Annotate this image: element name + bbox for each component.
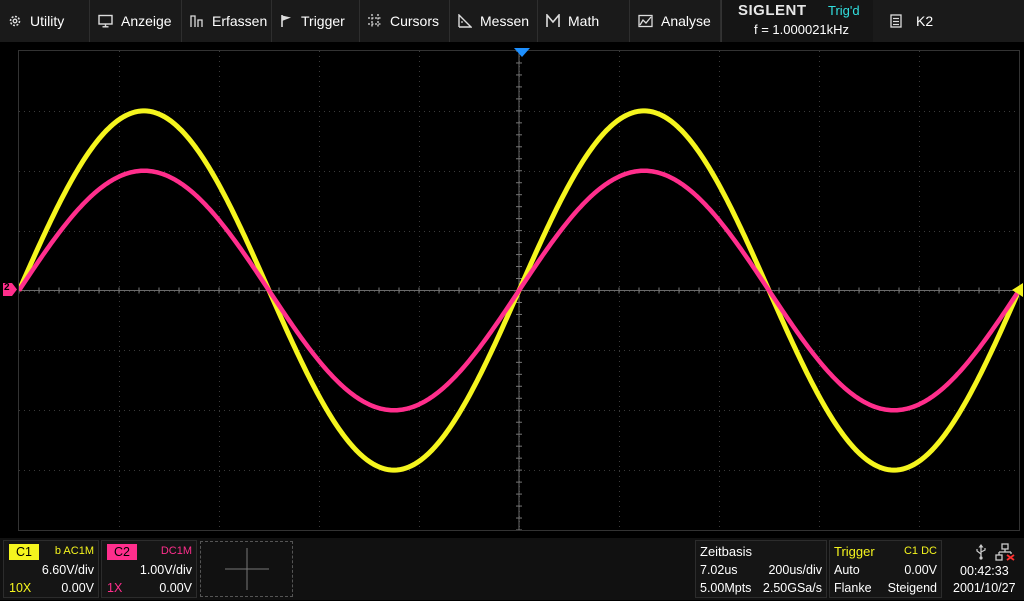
acquire-icon: [190, 15, 203, 27]
monitor-icon: [98, 14, 113, 28]
frequency-readout: f = 1.000021kHz: [754, 22, 850, 37]
timebase-title: Zeitbasis: [700, 544, 753, 559]
top-menu-bar: Utility Anzeige Erfassen Trigger Cursors: [0, 0, 1024, 42]
ch2-scale: 1.00V/div: [139, 563, 192, 577]
menu-cursors[interactable]: Cursors: [360, 0, 450, 42]
bottom-info-bar: C1 b AC1M 6.60V/div 10X 0.00V C2 DC1M 1.…: [0, 538, 1024, 600]
menu-trigger-label: Trigger: [301, 13, 345, 29]
cursors-icon: [368, 14, 382, 28]
flag-icon: [281, 15, 291, 27]
menu-analysis[interactable]: Analyse: [630, 0, 721, 42]
menu-utility[interactable]: Utility: [0, 0, 90, 42]
timebase-scale: 200us/div: [768, 563, 822, 577]
trigger-type: Flanke: [834, 581, 872, 595]
menu-acquire[interactable]: Erfassen: [182, 0, 272, 42]
menu-cursors-label: Cursors: [390, 13, 440, 29]
trigger-mode: Auto: [834, 563, 860, 577]
ch2-probe: 1X: [107, 581, 123, 595]
measure-icon: [458, 14, 472, 28]
add-channel-button[interactable]: [200, 541, 293, 597]
menu-measure[interactable]: Messen: [450, 0, 538, 42]
usb-icon: [976, 544, 986, 560]
clock-date: 2001/10/27: [953, 581, 1016, 595]
menu-display[interactable]: Anzeige: [90, 0, 182, 42]
memory-depth: 5.00Mpts: [700, 581, 752, 595]
trigger-level: 0.00V: [904, 563, 937, 577]
ch1-badge: C1: [9, 544, 39, 560]
ch1-coupling: b AC1M: [54, 545, 94, 557]
menu-acquire-label: Erfassen: [212, 13, 268, 29]
k2-label: K2: [916, 13, 934, 29]
menu-measure-label: Messen: [480, 13, 530, 29]
status-box: SIGLENT Trig'd f = 1.000021kHz: [721, 0, 873, 42]
menu-trigger[interactable]: Trigger: [272, 0, 360, 42]
clock-time: 00:42:33: [960, 564, 1009, 578]
ch2-badge: C2: [107, 544, 137, 560]
k2-button[interactable]: K2: [876, 0, 1024, 42]
plus-icon: [225, 548, 269, 590]
network-disconnected-icon: [995, 543, 1015, 561]
trigger-level-marker[interactable]: [1010, 282, 1024, 298]
trigger-slope: Steigend: [887, 581, 937, 595]
trigger-status: Trig'd: [828, 3, 860, 18]
ch2-offset: 0.00V: [159, 581, 192, 595]
ch1-offset: 0.00V: [61, 581, 94, 595]
ch2-offset-marker[interactable]: 2: [3, 282, 18, 297]
menu-math[interactable]: Math: [538, 0, 630, 42]
timebase-delay: 7.02us: [700, 563, 738, 577]
trigger-title: Trigger: [834, 544, 875, 559]
analysis-icon: [638, 14, 653, 28]
ch1-info-box[interactable]: C1 b AC1M 6.60V/div 10X 0.00V: [3, 540, 99, 598]
ch1-scale: 6.60V/div: [41, 563, 94, 577]
menu-analysis-label: Analyse: [661, 13, 711, 29]
ch2-coupling: DC1M: [160, 545, 192, 557]
math-icon: [546, 14, 560, 27]
graticule: [19, 51, 1019, 530]
sample-rate: 2.50GSa/s: [762, 581, 822, 595]
trigger-source: C1 DC: [903, 545, 937, 557]
list-icon: [890, 14, 902, 28]
menu-utility-label: Utility: [30, 13, 65, 29]
waveform-display[interactable]: [18, 50, 1020, 531]
brand-logo: SIGLENT: [738, 2, 807, 19]
ch1-probe: 10X: [9, 581, 32, 595]
menu-math-label: Math: [568, 13, 600, 29]
menu-display-label: Anzeige: [121, 13, 172, 29]
trigger-panel[interactable]: Trigger C1 DC Auto 0.00V Flanke Steigend: [829, 540, 942, 598]
ch2-marker-label: 2: [4, 282, 10, 293]
gear-icon: [9, 15, 21, 27]
timebase-panel[interactable]: Zeitbasis 7.02us 200us/div 5.00Mpts 2.50…: [695, 540, 827, 598]
system-status: 00:42:33 2001/10/27: [944, 540, 1024, 598]
trigger-position-marker[interactable]: [512, 46, 532, 58]
ch2-info-box[interactable]: C2 DC1M 1.00V/div 1X 0.00V: [101, 540, 197, 598]
